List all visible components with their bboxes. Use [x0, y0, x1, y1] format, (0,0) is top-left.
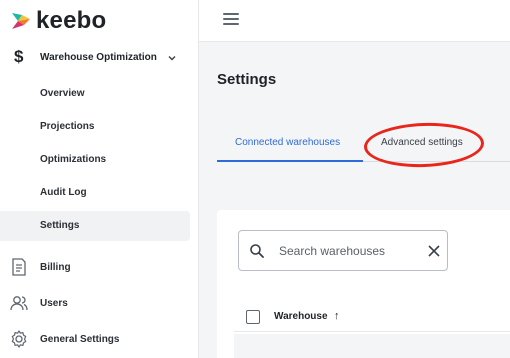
select-all-checkbox[interactable]: [246, 310, 260, 324]
keebo-logo[interactable]: keebo: [10, 7, 106, 35]
tab-label: Advanced settings: [381, 137, 463, 148]
sidebar-item-overview[interactable]: Overview: [0, 79, 190, 109]
sidebar-item-label: Audit Log: [40, 187, 87, 198]
brand-name: keebo: [36, 7, 107, 34]
table-header: Warehouse ↑: [234, 302, 510, 332]
sidebar-group-label: Warehouse Optimization: [40, 52, 157, 63]
page-title: Settings: [217, 71, 277, 88]
keebo-logo-icon: [12, 13, 30, 29]
tab-advanced-settings[interactable]: Advanced settings: [367, 126, 497, 162]
tab-label: Connected warehouses: [235, 137, 341, 148]
users-icon: [10, 296, 28, 311]
sidebar: keebo $ Warehouse Optimization Overview …: [0, 0, 199, 358]
sidebar-item-billing[interactable]: Billing: [0, 253, 190, 283]
sidebar-item-label: Settings: [40, 220, 80, 231]
settings-tabs: Connected warehouses Advanced settings: [217, 126, 510, 162]
sidebar-item-label: Users: [40, 298, 68, 309]
sidebar-item-label: Billing: [40, 262, 71, 273]
sidebar-item-settings[interactable]: Settings: [0, 211, 190, 241]
chevron-down-icon[interactable]: [166, 52, 178, 64]
sort-ascending-icon[interactable]: ↑: [334, 310, 340, 322]
sidebar-group-warehouse-optimization[interactable]: $ Warehouse Optimization: [0, 44, 199, 72]
table-row[interactable]: [234, 334, 510, 358]
close-icon[interactable]: [427, 244, 441, 258]
warehouses-card: Warehouse ↑: [217, 210, 510, 358]
search-input[interactable]: [279, 241, 419, 261]
sidebar-item-label: Optimizations: [40, 154, 107, 165]
sidebar-item-projections[interactable]: Projections: [0, 112, 190, 142]
sidebar-item-general-settings[interactable]: General Settings: [0, 325, 190, 355]
tab-connected-warehouses[interactable]: Connected warehouses: [217, 126, 363, 162]
billing-icon: [12, 258, 26, 276]
sidebar-item-label: General Settings: [40, 334, 120, 345]
sidebar-item-optimizations[interactable]: Optimizations: [0, 145, 190, 175]
top-bar: [199, 0, 510, 42]
gear-icon: [11, 330, 27, 348]
search-field[interactable]: [238, 230, 448, 271]
dollar-icon: $: [14, 47, 24, 66]
hamburger-menu-icon[interactable]: [223, 12, 241, 28]
sidebar-item-users[interactable]: Users: [0, 289, 190, 319]
column-header-warehouse[interactable]: Warehouse: [274, 311, 328, 322]
sidebar-item-audit-log[interactable]: Audit Log: [0, 178, 190, 208]
search-icon: [250, 244, 264, 258]
sidebar-item-label: Overview: [40, 88, 85, 99]
sidebar-item-label: Projections: [40, 121, 95, 132]
